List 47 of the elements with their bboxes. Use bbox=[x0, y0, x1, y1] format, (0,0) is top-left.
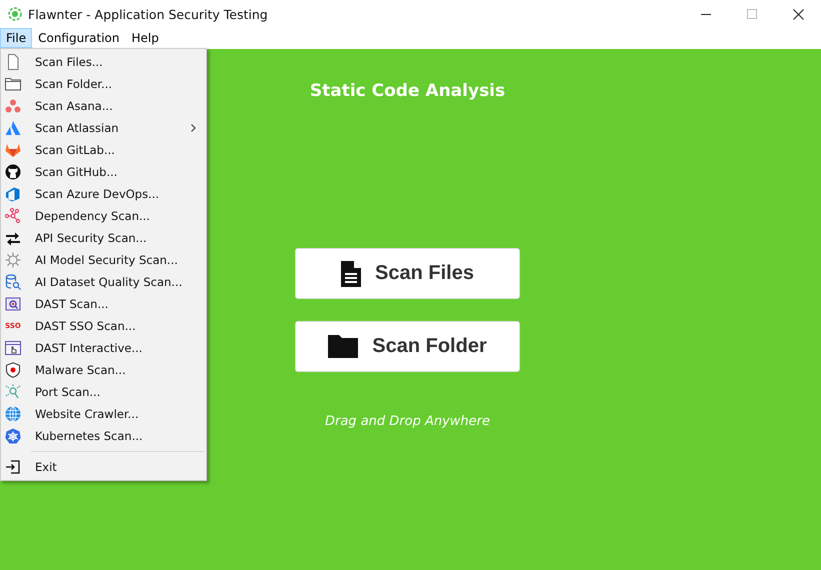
scan-files-button[interactable]: Scan Files bbox=[295, 248, 520, 299]
exit-icon bbox=[5, 459, 21, 475]
menu-item[interactable]: Configuration bbox=[32, 28, 126, 48]
menu-item[interactable]: Scan GitLab... bbox=[35, 143, 206, 157]
menu-item[interactable]: Dependency Scan... bbox=[35, 209, 206, 223]
hint-text: Drag and Drop Anywhere bbox=[324, 414, 490, 429]
menu-item[interactable]: Scan Folder... bbox=[35, 77, 206, 91]
menu-item[interactable]: API Security Scan... bbox=[35, 231, 206, 245]
shield-icon bbox=[5, 362, 21, 378]
fox-icon bbox=[5, 142, 21, 158]
menu-item[interactable]: DAST Interactive... bbox=[35, 341, 206, 355]
close-icon[interactable] bbox=[792, 8, 804, 20]
menu-item[interactable]: Scan Atlassian bbox=[35, 121, 191, 135]
app-logo-icon bbox=[8, 7, 22, 21]
browser-search-icon bbox=[5, 296, 21, 312]
magnifier-nodes-icon bbox=[5, 384, 21, 400]
database-search-icon bbox=[5, 274, 21, 290]
document-icon bbox=[5, 54, 21, 70]
document-icon bbox=[341, 260, 362, 286]
folder-icon bbox=[328, 335, 358, 358]
menu-item[interactable]: Malware Scan... bbox=[35, 363, 206, 377]
menu-item[interactable]: Exit bbox=[35, 460, 206, 474]
scan-folder-button[interactable]: Scan Folder bbox=[295, 321, 520, 372]
menu-item[interactable]: Website Crawler... bbox=[35, 407, 206, 421]
menu-item[interactable]: Scan Asana... bbox=[35, 99, 206, 113]
menu-item[interactable]: File bbox=[0, 28, 32, 48]
triangle-peaks-icon bbox=[5, 120, 21, 136]
browser-pointer-icon bbox=[5, 340, 21, 356]
menu-item[interactable]: Scan Files... bbox=[35, 55, 206, 69]
globe-icon bbox=[5, 406, 21, 422]
three-dots-icon bbox=[5, 98, 21, 114]
cat-icon bbox=[5, 164, 21, 180]
menu-item[interactable]: Scan GitHub... bbox=[35, 165, 206, 179]
folder-icon bbox=[5, 76, 21, 92]
menu-item[interactable]: DAST SSO Scan... bbox=[35, 319, 206, 333]
menu-item[interactable]: AI Dataset Quality Scan... bbox=[35, 275, 206, 289]
menu-item[interactable]: DAST Scan... bbox=[35, 297, 206, 311]
menu-item[interactable]: Help bbox=[125, 28, 165, 48]
window-title: Flawnter - Application Security Testing bbox=[28, 6, 269, 22]
menu-item[interactable]: Scan Azure DevOps... bbox=[35, 187, 206, 201]
menu-item[interactable]: Port Scan... bbox=[35, 385, 206, 399]
menu-item[interactable]: AI Model Security Scan... bbox=[35, 253, 206, 267]
helm-wheel-icon bbox=[5, 428, 21, 444]
heading: Static Code Analysis bbox=[310, 81, 506, 101]
menu-item[interactable]: Kubernetes Scan... bbox=[35, 429, 206, 443]
network-icon bbox=[5, 208, 21, 224]
swap-arrows-icon bbox=[5, 230, 21, 246]
